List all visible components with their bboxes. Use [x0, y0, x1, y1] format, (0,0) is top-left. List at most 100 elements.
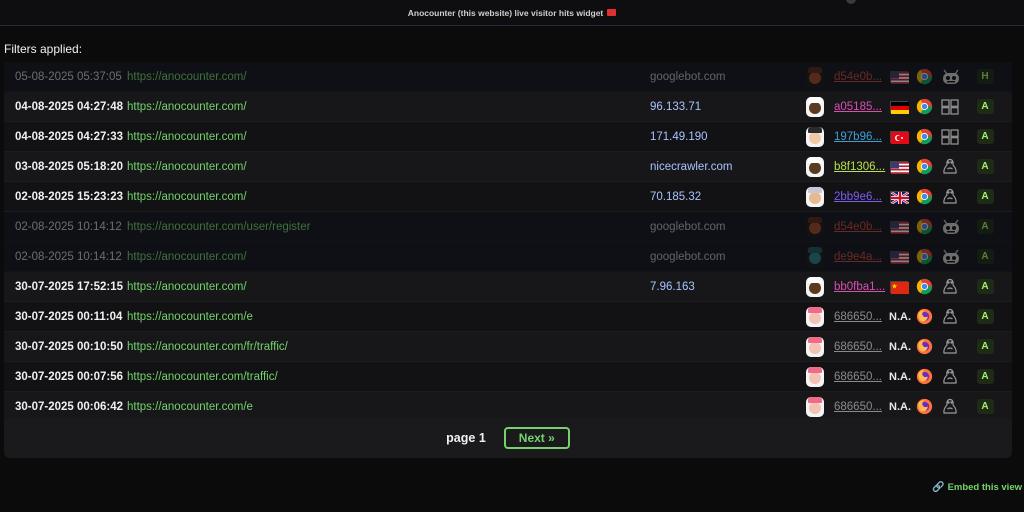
- visited-url-link[interactable]: https://anocounter.com/: [127, 152, 247, 181]
- country-flag-icon: [890, 242, 910, 271]
- table-row[interactable]: 30-07-2025 17:52:15 https://anocounter.co…: [4, 272, 1012, 302]
- visitor-avatar-icon: [804, 362, 826, 391]
- visitor-host: googlebot.com: [650, 220, 726, 233]
- level-badge-label: A: [976, 219, 994, 234]
- linux-os-icon: [941, 182, 961, 211]
- next-page-button[interactable]: Next »: [503, 427, 570, 449]
- visitor-avatar-icon: [804, 272, 826, 301]
- table-row[interactable]: 30-07-2025 00:07:56 https://anocounter.co…: [4, 362, 1012, 392]
- visitor-host: googlebot.com: [650, 250, 726, 263]
- visited-url-link[interactable]: https://anocounter.com/user/register: [127, 212, 310, 241]
- chrome-browser-icon: [916, 272, 934, 301]
- visit-time: 05-08-2025 05:37:05: [15, 70, 122, 83]
- visitor-avatar-icon: [804, 332, 826, 361]
- visited-url-link[interactable]: https://anocounter.com/: [127, 272, 247, 301]
- visit-time: 02-08-2025 10:14:12: [15, 220, 122, 233]
- table-row[interactable]: 02-08-2025 15:23:23 https://anocounter.co…: [4, 182, 1012, 212]
- visited-url-link[interactable]: https://anocounter.com/traffic/: [127, 362, 278, 391]
- linux-os-icon: [941, 392, 961, 421]
- visitor-hash-link[interactable]: d54e0b...: [834, 212, 886, 241]
- visitor-hash-link[interactable]: d54e0b...: [834, 62, 886, 91]
- filters-label: Filters applied:: [4, 42, 83, 56]
- table-row[interactable]: 03-08-2025 05:18:20 https://anocounter.co…: [4, 152, 1012, 182]
- hits-table: 05-08-2025 05:37:05 https://anocounter.co…: [4, 62, 1012, 422]
- visited-url-link[interactable]: https://anocounter.com/e: [127, 392, 253, 421]
- level-badge: A: [976, 152, 994, 181]
- table-row[interactable]: 30-07-2025 00:10:50 https://anocounter.co…: [4, 332, 1012, 362]
- country-flag-icon: [890, 62, 910, 91]
- visit-time: 03-08-2025 05:18:20: [15, 160, 124, 173]
- level-badge: A: [976, 392, 994, 421]
- level-badge-label: A: [976, 279, 994, 294]
- visited-url-link[interactable]: https://anocounter.com/fr/traffic/: [127, 332, 288, 361]
- visitor-hash-link[interactable]: de9e4a...: [834, 242, 886, 271]
- table-row[interactable]: 02-08-2025 10:14:12 https://anocounter.co…: [4, 242, 1012, 272]
- widget-title: Anocounter (this website) live visitor h…: [407, 7, 604, 18]
- table-row[interactable]: 30-07-2025 00:11:04 https://anocounter.co…: [4, 302, 1012, 332]
- visited-url-link[interactable]: https://anocounter.com/: [127, 92, 247, 121]
- visitor-hash-link[interactable]: 686650...: [834, 362, 886, 391]
- page-indicator: page 1: [446, 431, 486, 445]
- table-row[interactable]: 04-08-2025 04:27:48 https://anocounter.co…: [4, 92, 1012, 122]
- level-badge-label: A: [976, 369, 994, 384]
- visitor-hash-link[interactable]: 2bb9e6...: [834, 182, 886, 211]
- visitor-host: 7.96.163: [650, 280, 695, 293]
- level-badge-label: H: [976, 69, 994, 84]
- chrome-browser-icon: [916, 182, 934, 211]
- table-row[interactable]: 05-08-2025 05:37:05 https://anocounter.co…: [4, 62, 1012, 92]
- windows-os-icon: [941, 122, 961, 151]
- visit-time: 02-08-2025 10:14:12: [15, 250, 122, 263]
- country-flag-icon: [890, 212, 910, 241]
- level-badge: H: [976, 62, 994, 91]
- embed-link[interactable]: 🔗 Embed this view: [932, 482, 1022, 493]
- country-flag-icon: [890, 272, 910, 301]
- visited-url-link[interactable]: https://anocounter.com/: [127, 62, 247, 91]
- country-unknown: N.A.: [889, 370, 911, 383]
- level-badge: A: [976, 182, 994, 211]
- level-badge-label: A: [976, 159, 994, 174]
- visitor-hash-link[interactable]: 686650...: [834, 392, 886, 421]
- level-badge: A: [976, 272, 994, 301]
- level-badge: A: [976, 92, 994, 121]
- chrome-browser-icon: [916, 152, 934, 181]
- level-badge: A: [976, 332, 994, 361]
- visitor-host: 171.49.190: [650, 130, 708, 143]
- visitor-host: 70.185.32: [650, 190, 702, 203]
- visitor-host: 96.133.71: [650, 100, 702, 113]
- visitor-hash-link[interactable]: 686650...: [834, 332, 886, 361]
- visitor-hash-link[interactable]: 686650...: [834, 302, 886, 331]
- visited-url-link[interactable]: https://anocounter.com/: [127, 242, 247, 271]
- level-badge: A: [976, 302, 994, 331]
- linux-os-icon: [941, 362, 961, 391]
- visitor-hash-link[interactable]: b8f1306...: [834, 152, 886, 181]
- visit-time: 30-07-2025 17:52:15: [15, 280, 124, 293]
- visitor-hash-link[interactable]: bb0fba1...: [834, 272, 886, 301]
- visited-url-link[interactable]: https://anocounter.com/: [127, 182, 247, 211]
- level-badge: A: [976, 362, 994, 391]
- toolbox-icon: [607, 9, 617, 16]
- level-badge-label: A: [976, 339, 994, 354]
- country-flag-icon: [890, 182, 910, 211]
- visitor-avatar-icon: [804, 62, 826, 91]
- level-badge-label: A: [976, 129, 994, 144]
- visitor-hash-link[interactable]: a05185...: [834, 92, 886, 121]
- bot-os-icon: [941, 242, 961, 271]
- firefox-browser-icon: [916, 332, 934, 361]
- level-badge: A: [976, 212, 994, 241]
- visit-time: 30-07-2025 00:11:04: [15, 310, 123, 323]
- visited-url-link[interactable]: https://anocounter.com/e: [127, 302, 253, 331]
- level-badge-label: A: [976, 399, 994, 414]
- table-row[interactable]: 04-08-2025 04:27:33 https://anocounter.co…: [4, 122, 1012, 152]
- country-flag-icon: [890, 92, 910, 121]
- visitor-avatar-icon: [804, 392, 826, 421]
- chrome-browser-icon: [916, 242, 934, 271]
- table-row[interactable]: 02-08-2025 10:14:12 https://anocounter.co…: [4, 212, 1012, 242]
- linux-os-icon: [941, 332, 961, 361]
- visit-time: 02-08-2025 15:23:23: [15, 190, 124, 203]
- country-unknown: N.A.: [889, 340, 911, 353]
- visitor-hash-link[interactable]: 197b96...: [834, 122, 886, 151]
- visitor-avatar-icon: [804, 122, 826, 151]
- visitor-avatar-icon: [804, 242, 826, 271]
- visited-url-link[interactable]: https://anocounter.com/: [127, 122, 247, 151]
- country-unknown: N.A.: [889, 400, 911, 413]
